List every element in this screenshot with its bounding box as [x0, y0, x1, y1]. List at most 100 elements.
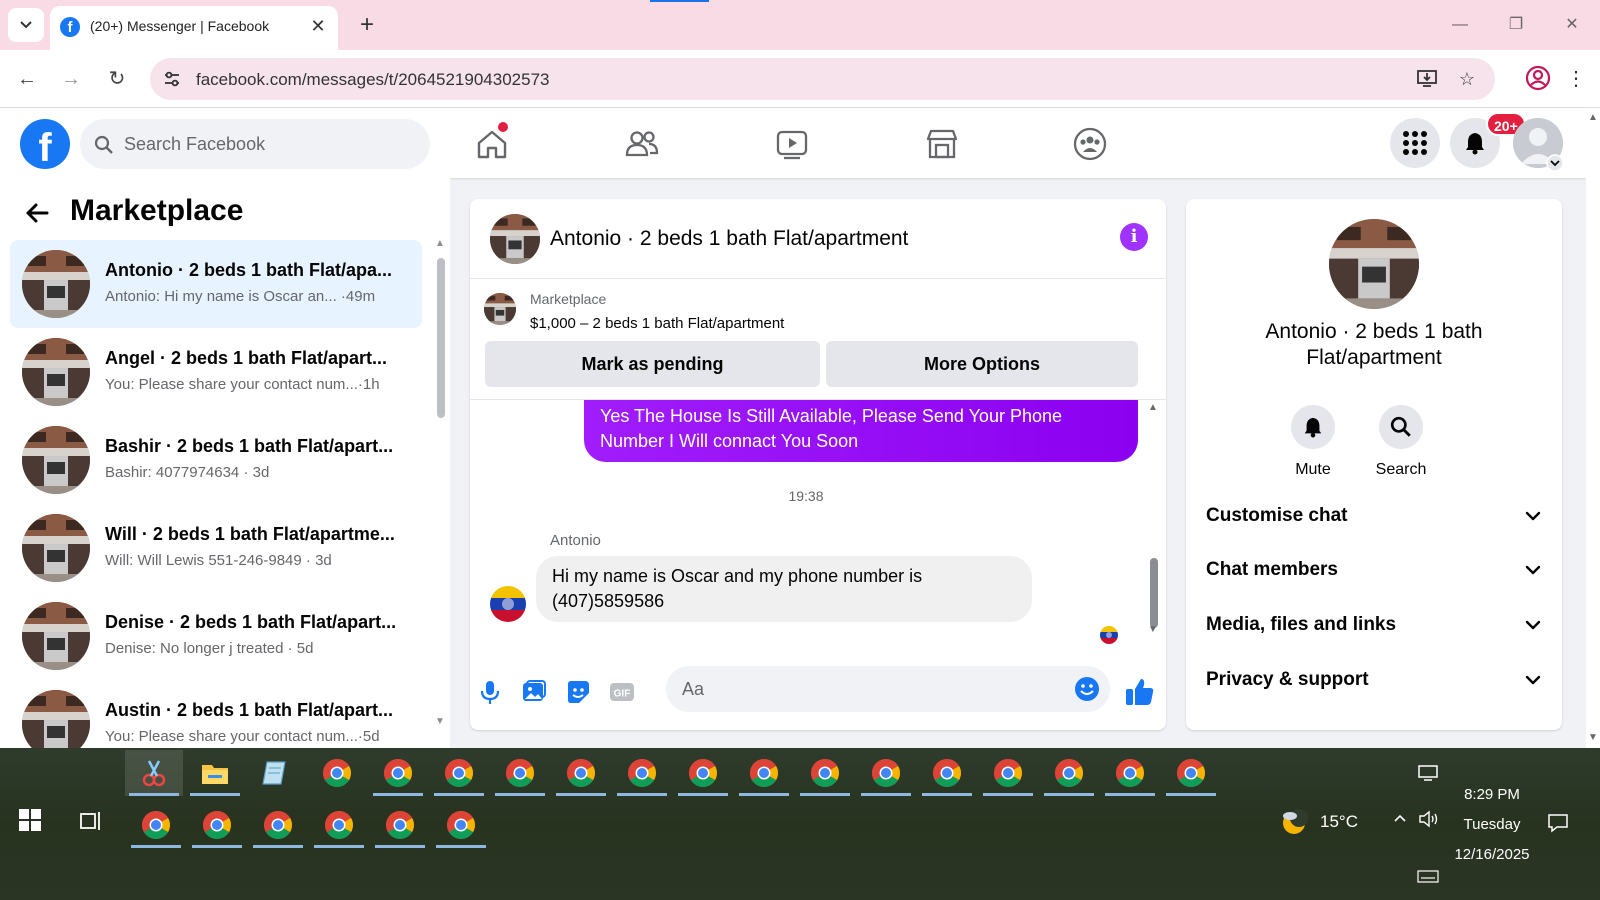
back-button[interactable]: ←: [10, 62, 44, 96]
taskbar-app-chrome-profile[interactable]: [796, 750, 854, 796]
conversation-item[interactable]: Austin · 2 beds 1 bath Flat/apart... You…: [10, 680, 422, 748]
taskbar-app-chrome-profile[interactable]: [1162, 750, 1220, 796]
bookmark-star-icon[interactable]: ☆: [1455, 67, 1479, 91]
nav-marketplace-button[interactable]: [920, 122, 964, 166]
taskbar-app-chrome-profile[interactable]: [918, 750, 976, 796]
taskbar-app-chrome-profile[interactable]: [979, 750, 1037, 796]
more-options-button[interactable]: More Options: [826, 341, 1138, 387]
taskbar-app-notes[interactable]: [247, 750, 305, 796]
reload-button[interactable]: ↻: [100, 62, 134, 96]
site-info-icon[interactable]: [162, 69, 182, 89]
account-chevron-icon[interactable]: [1546, 154, 1564, 172]
mark-as-pending-button[interactable]: Mark as pending: [485, 341, 820, 387]
page-scrollbar[interactable]: ▲ ▼: [1586, 108, 1600, 748]
install-app-icon[interactable]: [1415, 67, 1439, 91]
taskbar-app-chrome-profile[interactable]: [674, 750, 732, 796]
scroll-down-icon[interactable]: ▼: [1588, 732, 1598, 743]
taskbar-app-chrome-profile[interactable]: [369, 750, 427, 796]
taskbar-app-chrome[interactable]: [308, 750, 366, 796]
taskbar-app-chrome-profile[interactable]: [491, 750, 549, 796]
browser-tab[interactable]: f (20+) Messenger | Facebook ✕: [50, 6, 338, 50]
search-in-chat-button[interactable]: Search: [1366, 405, 1436, 479]
thumbs-up-icon[interactable]: [1124, 676, 1156, 708]
weather-moon-icon[interactable]: [1280, 808, 1308, 836]
facebook-logo-icon[interactable]: f: [20, 119, 70, 169]
action-center-icon[interactable]: [1547, 812, 1569, 834]
nav-friends-button[interactable]: [620, 122, 664, 166]
show-hidden-icons[interactable]: [1392, 810, 1408, 831]
scroll-up-icon[interactable]: ▲: [435, 238, 445, 249]
chrome-icon: [993, 758, 1023, 788]
address-bar[interactable]: facebook.com/messages/t/2064521904302573…: [150, 58, 1495, 100]
taskbar-app-chrome-profile[interactable]: [1101, 750, 1159, 796]
chat-title[interactable]: Antonio · 2 beds 1 bath Flat/apartment: [550, 227, 908, 251]
conversation-item[interactable]: Angel · 2 beds 1 bath Flat/apart... You:…: [10, 328, 422, 416]
conversation-item[interactable]: Denise · 2 beds 1 bath Flat/apart... Den…: [10, 592, 422, 680]
taskbar-app-chrome-profile[interactable]: [430, 750, 488, 796]
conversation-item[interactable]: Antonio · 2 beds 1 bath Flat/apa... Anto…: [10, 240, 422, 328]
conversation-item[interactable]: Bashir · 2 beds 1 bath Flat/apart... Bas…: [10, 416, 422, 504]
windows-start-icon[interactable]: [18, 808, 42, 832]
clock-date[interactable]: 12/16/2025: [1448, 846, 1536, 863]
scroll-down-icon[interactable]: ▼: [435, 716, 445, 727]
photo-icon[interactable]: [520, 678, 548, 706]
scrollbar-thumb[interactable]: [437, 258, 445, 418]
taskbar-app-chrome-profile[interactable]: [127, 802, 185, 848]
scrollbar-thumb[interactable]: [1150, 558, 1158, 628]
facebook-search-input[interactable]: Search Facebook: [80, 119, 430, 169]
privacy-support-section[interactable]: Privacy & support: [1206, 665, 1542, 695]
display-icon[interactable]: [1417, 764, 1439, 782]
taskbar-app-chrome-profile[interactable]: [613, 750, 671, 796]
conversation-name: Angel · 2 beds 1 bath Flat/apart...: [105, 348, 388, 368]
scroll-up-icon[interactable]: ▲: [1148, 402, 1158, 413]
minimize-button[interactable]: —: [1440, 10, 1480, 40]
message-input[interactable]: Aa: [666, 666, 1110, 712]
new-tab-button[interactable]: +: [352, 10, 382, 40]
temperature-label[interactable]: 15°C: [1320, 812, 1358, 832]
tab-search-button[interactable]: [8, 8, 44, 42]
emoji-icon[interactable]: [1074, 676, 1100, 702]
conversation-item[interactable]: Will · 2 beds 1 bath Flat/apartme... Wil…: [10, 504, 422, 592]
browser-menu-icon[interactable]: ⋮: [1566, 62, 1586, 96]
tab-close-icon[interactable]: ✕: [306, 14, 330, 38]
back-arrow-icon[interactable]: [24, 200, 50, 233]
taskbar-app-explorer[interactable]: [186, 750, 244, 796]
microphone-icon[interactable]: [476, 678, 504, 706]
chat-members-section[interactable]: Chat members: [1206, 555, 1542, 585]
taskbar-app-chrome-profile[interactable]: [857, 750, 915, 796]
taskbar-app-chrome-profile[interactable]: [188, 802, 246, 848]
taskbar-app-chrome-profile[interactable]: [1040, 750, 1098, 796]
sticker-icon[interactable]: [564, 678, 592, 706]
media-files-links-section[interactable]: Media, files and links: [1206, 610, 1542, 640]
sender-avatar[interactable]: [490, 586, 526, 622]
restore-button[interactable]: ❐: [1496, 10, 1536, 40]
taskbar-app-chrome-profile[interactable]: [735, 750, 793, 796]
taskbar-app-chrome-profile[interactable]: [432, 802, 490, 848]
volume-icon[interactable]: [1418, 810, 1440, 833]
keyboard-language-icon[interactable]: [1417, 868, 1439, 884]
chat-avatar[interactable]: [490, 214, 540, 264]
taskbar-app-snipping[interactable]: [125, 750, 183, 796]
browser-profile-icon[interactable]: [1524, 64, 1552, 92]
taskbar-app-chrome-profile[interactable]: [310, 802, 368, 848]
nav-video-button[interactable]: [770, 122, 814, 166]
task-view-icon[interactable]: [78, 808, 104, 834]
close-window-button[interactable]: ✕: [1552, 10, 1592, 40]
menu-grid-button[interactable]: [1390, 118, 1440, 168]
taskbar-app-chrome-profile[interactable]: [371, 802, 429, 848]
taskbar-app-chrome-profile[interactable]: [552, 750, 610, 796]
profile-avatar[interactable]: [1329, 219, 1419, 309]
taskbar-app-chrome-profile[interactable]: [249, 802, 307, 848]
nav-groups-button[interactable]: [1068, 122, 1112, 166]
conversation-scrollbar[interactable]: ▲ ▼: [435, 238, 447, 748]
customise-chat-section[interactable]: Customise chat: [1206, 501, 1542, 531]
scroll-up-icon[interactable]: ▲: [1588, 112, 1598, 123]
info-icon[interactable]: i: [1120, 223, 1148, 251]
scroll-down-icon[interactable]: ▼: [1148, 624, 1158, 635]
thread-scrollbar[interactable]: ▲ ▼: [1148, 402, 1160, 648]
forward-button[interactable]: →: [54, 62, 88, 96]
gif-icon[interactable]: GIF: [608, 678, 636, 706]
mute-button[interactable]: Mute: [1278, 405, 1348, 479]
clock-day[interactable]: Tuesday: [1452, 816, 1532, 833]
clock-time[interactable]: 8:29 PM: [1452, 786, 1532, 803]
